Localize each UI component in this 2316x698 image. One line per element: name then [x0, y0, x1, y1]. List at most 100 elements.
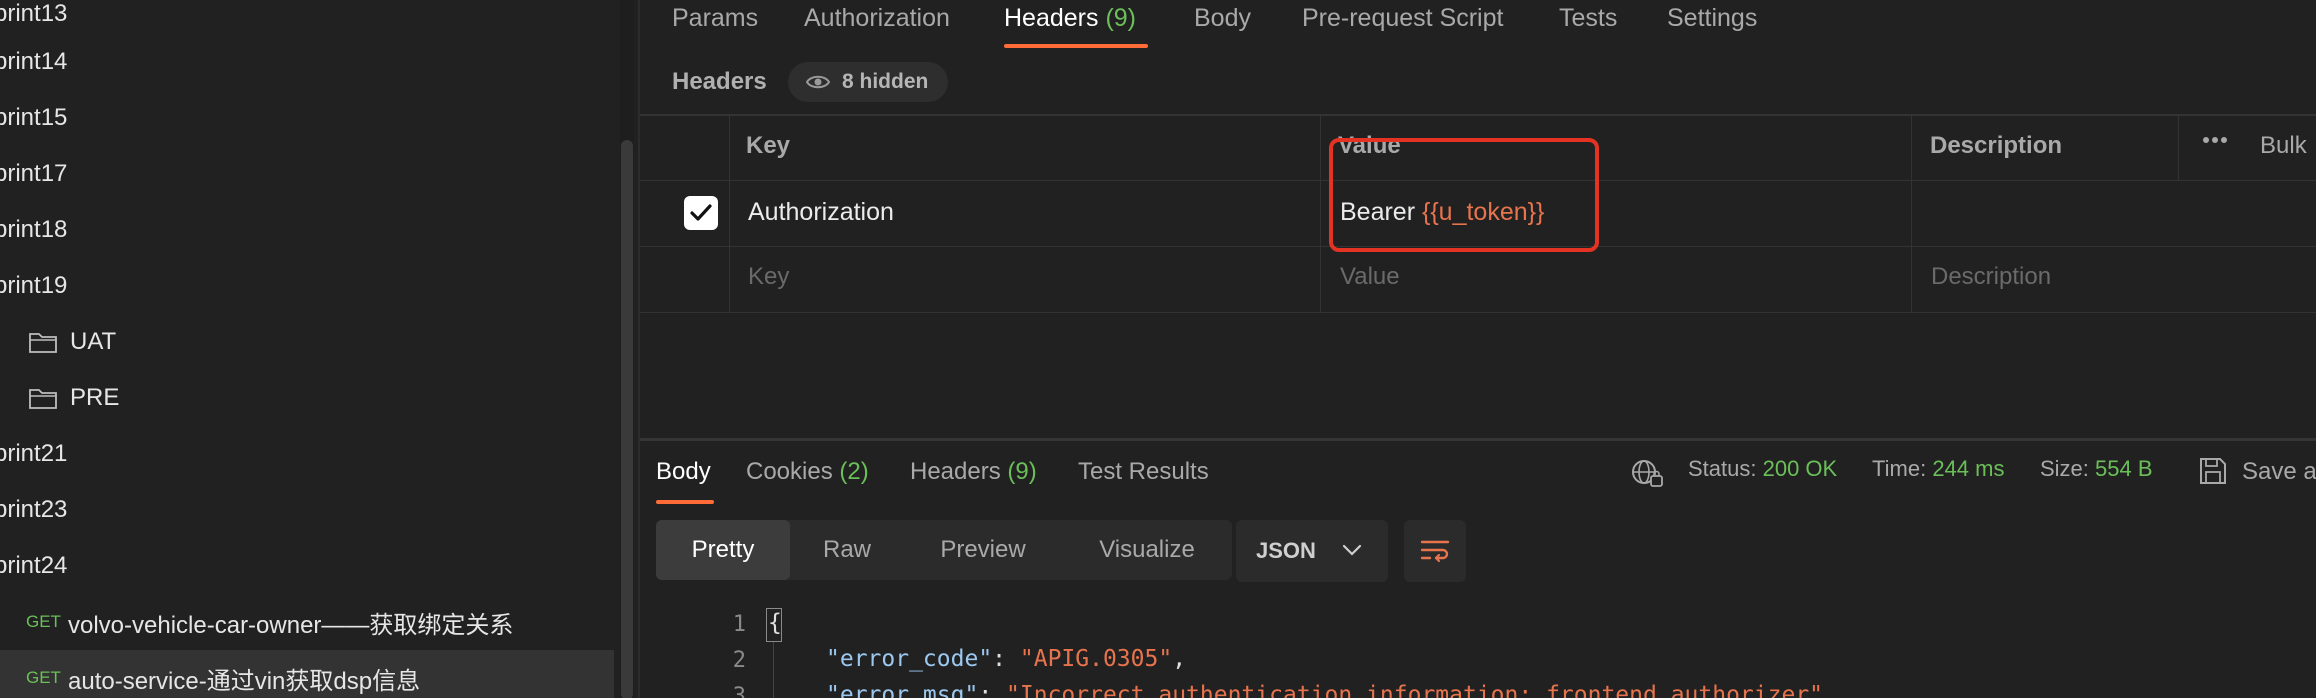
sidebar-item-uat[interactable]: UAT — [28, 314, 614, 370]
sidebar-item-label: print17 — [0, 160, 68, 187]
header-enabled-checkbox[interactable] — [684, 196, 718, 230]
folder-icon — [29, 389, 57, 409]
sidebar-item-label: volvo-vehicle-car-owner——获取绑定关系 — [68, 611, 514, 639]
sidebar-item-label: print21 — [0, 440, 68, 467]
response-tab-headers-label: Headers — [910, 458, 1001, 485]
request-panel: Params Authorization Headers (9) Body Pr… — [640, 0, 2316, 698]
tab-headers[interactable]: Headers (9) — [1004, 4, 1136, 33]
format-raw-button[interactable]: Raw — [790, 520, 904, 580]
sidebar-request-car-owner[interactable]: GET volvo-vehicle-car-owner——获取绑定关系 — [26, 594, 614, 650]
json-sep: : — [992, 646, 1020, 672]
format-visualize-button[interactable]: Visualize — [1062, 520, 1232, 580]
tab-settings[interactable]: Settings — [1667, 4, 1757, 33]
response-status: Status: 200 OK — [1688, 456, 1837, 482]
pane-splitter[interactable] — [640, 438, 2316, 441]
response-format-selector: Pretty Raw Preview Visualize — [656, 520, 1232, 580]
indent-guide — [773, 642, 774, 698]
collection-sidebar: print13 print14 print15 print17 print18 … — [0, 0, 614, 698]
json-string: "Incorrect authentication information: f… — [1006, 682, 1824, 698]
headers-section-title: Headers — [672, 68, 767, 95]
response-tab-headers-count: (9) — [1007, 458, 1037, 485]
column-header-key: Key — [746, 132, 791, 159]
sidebar-item-label: print18 — [0, 216, 68, 243]
status-value: 200 OK — [1762, 456, 1838, 481]
new-key-input[interactable]: Key — [748, 263, 789, 291]
wrap-lines-button[interactable] — [1404, 520, 1466, 582]
sidebar-item-label: print15 — [0, 104, 68, 131]
sidebar-item-sprint17[interactable]: print17 — [0, 146, 608, 202]
sidebar-item-sprint15[interactable]: print15 — [0, 90, 608, 146]
sidebar-item-label: auto-service-通过vin获取dsp信息 — [68, 667, 421, 695]
language-select-value: JSON — [1256, 538, 1316, 563]
format-preview-button[interactable]: Preview — [904, 520, 1062, 580]
json-comma: , — [1172, 646, 1187, 672]
size-label: Size: — [2040, 456, 2089, 481]
header-key-cell[interactable]: Authorization — [748, 198, 894, 227]
hidden-headers-toggle[interactable]: 8 hidden — [788, 62, 949, 102]
column-header-description: Description — [1930, 132, 2063, 159]
response-tab-cookies-count: (2) — [839, 458, 869, 485]
json-key: "error_code" — [826, 646, 993, 672]
sidebar-request-dsp-info[interactable]: GET auto-service-通过vin获取dsp信息 — [0, 650, 614, 698]
sidebar-item-label: print14 — [0, 48, 68, 75]
table-border-top — [640, 114, 2316, 116]
table-column-divider — [1320, 116, 1321, 312]
sidebar-item-sprint18[interactable]: print18 — [0, 202, 608, 258]
response-time: Time: 244 ms — [1872, 456, 2004, 482]
code-line-3: "error_msg": "Incorrect authentication i… — [826, 682, 1823, 698]
chevron-down-icon — [1342, 544, 1362, 556]
status-label: Status: — [1688, 456, 1757, 481]
sidebar-scrollbar-thumb[interactable] — [621, 140, 633, 698]
tab-prerequest-script[interactable]: Pre-request Script — [1302, 4, 1503, 33]
hidden-headers-text: 8 hidden — [842, 70, 929, 93]
table-row-divider — [640, 312, 2316, 313]
time-label: Time: — [1872, 456, 1927, 481]
new-value-input[interactable]: Value — [1340, 263, 1400, 291]
code-line-2: "error_code": "APIG.0305", — [826, 646, 1186, 672]
json-string: "APIG.0305" — [1019, 646, 1173, 672]
tab-tests[interactable]: Tests — [1559, 4, 1617, 33]
response-tab-body[interactable]: Body — [656, 458, 711, 486]
new-description-input[interactable]: Description — [1931, 263, 2051, 291]
sidebar-item-label: print19 — [0, 272, 68, 299]
line-number: 2 — [732, 648, 746, 673]
save-response-button[interactable]: Save a — [2242, 458, 2316, 486]
sidebar-item-label: print24 — [0, 552, 68, 579]
response-tab-cookies-label: Cookies — [746, 458, 833, 485]
save-icon[interactable] — [2198, 456, 2228, 486]
sidebar-item-sprint21[interactable]: print21 — [0, 426, 608, 482]
bulk-edit-button[interactable]: Bulk — [2260, 132, 2307, 160]
method-badge: GET — [26, 668, 61, 687]
sidebar-item-sprint23[interactable]: print23 — [0, 482, 608, 538]
sidebar-item-sprint14[interactable]: print14 — [0, 34, 608, 90]
sidebar-item-sprint19[interactable]: print19 — [0, 258, 608, 314]
network-globe-icon[interactable] — [1630, 458, 1664, 488]
sidebar-item-label: PRE — [70, 384, 120, 411]
active-tab-indicator — [1004, 44, 1148, 48]
annotation-highlight-box — [1329, 138, 1599, 252]
sidebar-item-label: print13 — [0, 0, 68, 27]
sidebar-item-label: UAT — [70, 328, 117, 355]
response-tab-cookies[interactable]: Cookies (2) — [746, 458, 869, 486]
tab-authorization[interactable]: Authorization — [804, 4, 950, 33]
language-select[interactable]: JSON — [1236, 520, 1388, 582]
app-root: print13 print14 print15 print17 print18 … — [0, 0, 2316, 698]
request-tabs: Params Authorization Headers (9) Body Pr… — [640, 0, 2316, 50]
active-response-tab-indicator — [656, 500, 714, 504]
sidebar-item-sprint24[interactable]: print24 — [0, 538, 608, 594]
more-options-icon[interactable] — [2202, 136, 2228, 144]
sidebar-item-pre[interactable]: PRE — [28, 370, 614, 426]
tab-body[interactable]: Body — [1194, 4, 1251, 33]
code-line-1: { — [768, 610, 782, 636]
sidebar-item-label: print23 — [0, 496, 68, 523]
response-tab-headers[interactable]: Headers (9) — [910, 458, 1037, 486]
tab-headers-count: (9) — [1105, 4, 1137, 32]
folder-icon — [29, 333, 57, 353]
format-pretty-button[interactable]: Pretty — [656, 520, 790, 580]
response-tab-test-results[interactable]: Test Results — [1078, 458, 1209, 486]
tab-params[interactable]: Params — [672, 4, 758, 33]
line-number: 3 — [732, 684, 746, 698]
table-column-divider — [2178, 116, 2179, 180]
table-column-divider — [1911, 116, 1912, 312]
method-badge: GET — [26, 612, 61, 631]
